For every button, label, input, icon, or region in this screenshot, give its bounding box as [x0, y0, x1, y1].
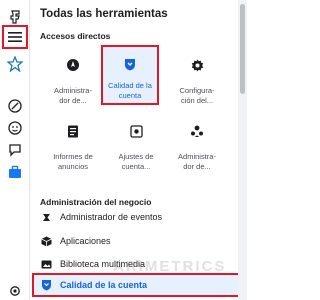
- shortcut-tile-business-manager[interactable]: Administra- dor de...: [168, 118, 226, 171]
- shortcut-tile-ad-account-settings[interactable]: Ajustes de cuenta...: [107, 118, 165, 171]
- list-item-label: Aplicaciones: [60, 236, 111, 246]
- people-icon: [184, 118, 210, 144]
- gear-icon: [184, 52, 210, 78]
- shortcut-tile-settings[interactable]: Configura- ción del...: [168, 52, 226, 105]
- list-item-events-manager[interactable]: Administrador de eventos: [40, 208, 162, 226]
- shortcut-label: Administra- dor de...: [178, 152, 216, 171]
- cube-icon: [40, 235, 52, 247]
- account-settings-icon: [123, 118, 149, 144]
- business-section-title: Administración del negocio: [40, 197, 152, 207]
- shield-icon: [40, 279, 52, 291]
- left-rail: [0, 0, 30, 300]
- shortcut-label: Informes de anuncios: [53, 152, 93, 171]
- list-item-label: Administrador de eventos: [60, 212, 163, 222]
- panel-title: Todas las herramientas: [40, 8, 168, 20]
- shield-icon: [117, 51, 143, 77]
- business-suite-icon[interactable]: [4, 161, 26, 183]
- all-tools-panel: Todas las herramientas Accesos directos …: [31, 0, 242, 300]
- shortcut-label: Calidad de la cuenta: [108, 81, 152, 100]
- media-icon: [40, 258, 52, 270]
- list-item-label: Calidad de la cuenta: [60, 280, 148, 290]
- events-icon: [40, 211, 52, 223]
- shortcut-tile-events-manager[interactable]: Administra- dor de...: [44, 52, 102, 105]
- meta-star-icon[interactable]: [4, 53, 26, 75]
- report-icon: [60, 118, 86, 144]
- compass-icon: [60, 52, 86, 78]
- shortcut-tile-ads-reporting[interactable]: Informes de anuncios: [44, 118, 102, 171]
- chat-icon[interactable]: [4, 139, 26, 161]
- shortcut-label: Ajustes de cuenta...: [118, 152, 154, 171]
- scrollbar-thumb[interactable]: [240, 4, 245, 94]
- settings-gear-icon[interactable]: [4, 280, 26, 300]
- vertical-scrollbar[interactable]: [238, 0, 247, 300]
- shortcut-label: Configura- ción del...: [179, 86, 215, 105]
- shortcut-label: Administra- dor de...: [54, 86, 92, 105]
- hamburger-menu-icon[interactable]: [4, 26, 26, 48]
- list-item-apps[interactable]: Aplicaciones: [40, 232, 111, 250]
- shortcut-tile-account-quality[interactable]: Calidad de la cuenta: [101, 45, 159, 105]
- list-item-account-quality-selected[interactable]: Calidad de la cuenta: [32, 273, 242, 297]
- smiley-icon[interactable]: [4, 117, 26, 139]
- compass-nav-icon[interactable]: [4, 95, 26, 117]
- shortcuts-section-title: Accesos directos: [40, 31, 111, 41]
